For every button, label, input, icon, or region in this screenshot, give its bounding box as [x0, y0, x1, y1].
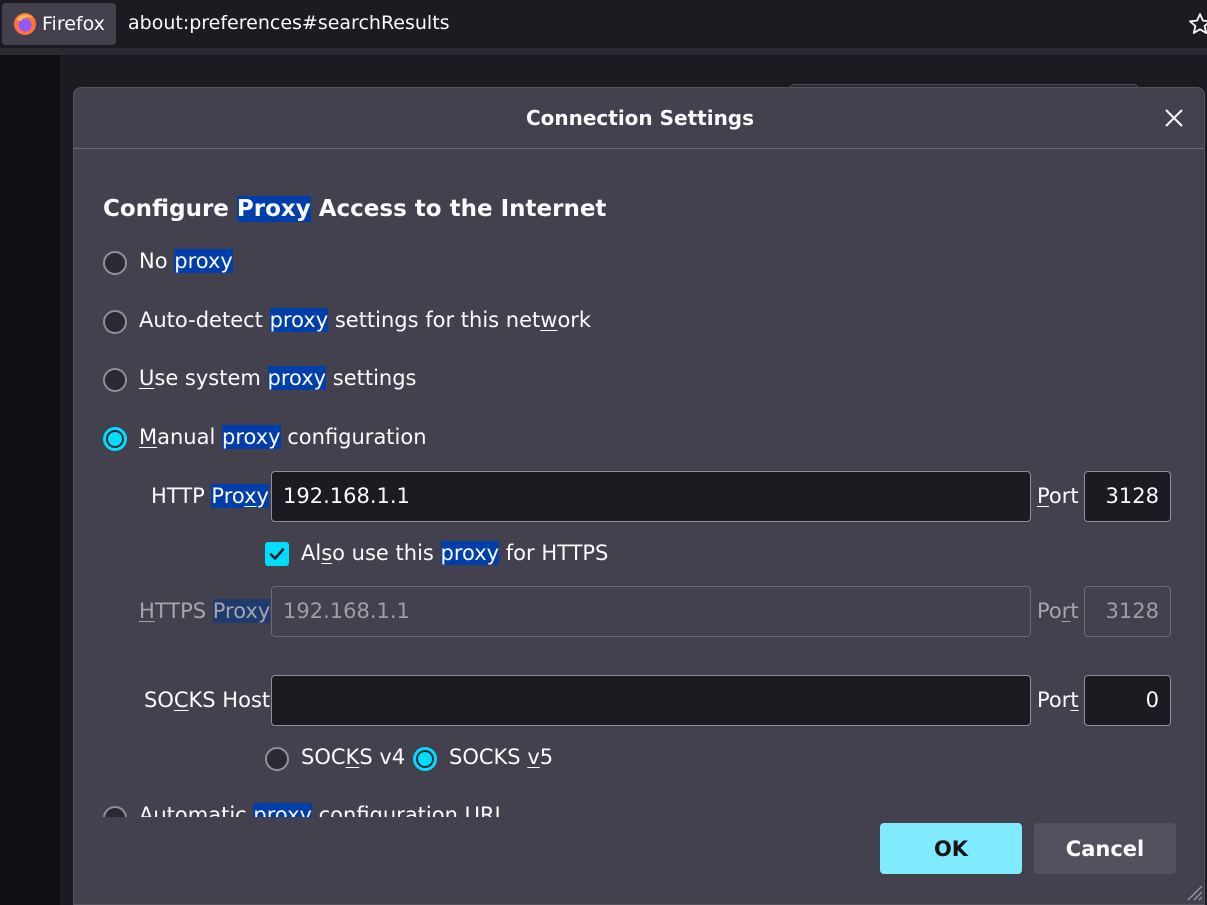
socks-host-input[interactable]: [271, 675, 1031, 726]
automatic-proxy-url-radio[interactable]: [103, 806, 127, 817]
http-proxy-input[interactable]: 192.168.1.1: [271, 471, 1031, 522]
dialog-content[interactable]: Configure Proxy Access to the Internet N…: [74, 150, 1204, 817]
https-port-input: 3128: [1084, 586, 1171, 637]
also-https-checkbox[interactable]: [265, 542, 289, 566]
socks-host-label: SOCKS Host: [144, 688, 271, 712]
browser-identity-button[interactable]: Firefox: [2, 3, 116, 45]
system-proxy-radio[interactable]: [103, 368, 127, 392]
https-port-label: Port: [1037, 599, 1079, 623]
toolbar-separator: [0, 48, 1207, 55]
connection-settings-dialog: Connection Settings Configure Proxy Acce…: [73, 87, 1205, 905]
socks-v4-radio[interactable]: [265, 747, 289, 771]
browser-toolbar: Firefox about:preferences#searchResults: [0, 0, 1207, 50]
socks-v5-radio[interactable]: [413, 747, 437, 771]
http-port-label: Port: [1037, 484, 1079, 508]
auto-detect-label[interactable]: Auto-detect proxy settings for this netw…: [139, 308, 591, 332]
no-proxy-label[interactable]: No proxy: [139, 249, 233, 273]
https-proxy-label: HTTPS Proxy: [139, 599, 271, 623]
manual-proxy-label[interactable]: Manual proxy configuration: [139, 425, 427, 449]
socks-v5-label[interactable]: SOCKS v5: [449, 745, 553, 769]
close-button[interactable]: [1158, 102, 1190, 134]
no-proxy-radio[interactable]: [103, 251, 127, 275]
socks-port-input[interactable]: 0: [1084, 675, 1171, 726]
socks-v4-label[interactable]: SOCKS v4: [301, 745, 405, 769]
also-https-label[interactable]: Also use this proxy for HTTPS: [301, 541, 608, 565]
dialog-title: Connection Settings: [74, 88, 1204, 149]
close-icon: [1165, 109, 1183, 127]
http-port-input[interactable]: 3128: [1084, 471, 1171, 522]
http-proxy-label: HTTP Proxy: [151, 484, 269, 508]
star-icon[interactable]: [1188, 12, 1207, 36]
firefox-logo-icon: [14, 13, 36, 35]
checkmark-icon: [269, 548, 285, 560]
ok-button[interactable]: OK: [880, 823, 1022, 874]
url-text[interactable]: about:preferences#searchResults: [128, 12, 450, 34]
https-proxy-input: 192.168.1.1: [271, 586, 1031, 637]
manual-proxy-radio[interactable]: [103, 427, 127, 451]
proxy-heading: Configure Proxy Access to the Internet: [103, 196, 607, 222]
system-proxy-label[interactable]: Use system proxy settings: [139, 366, 417, 390]
socks-port-label: Port: [1037, 688, 1079, 712]
cancel-button[interactable]: Cancel: [1034, 823, 1176, 874]
resize-grip-icon[interactable]: [1180, 878, 1204, 902]
automatic-proxy-url-label[interactable]: Automatic proxy configuration URL: [139, 803, 506, 817]
auto-detect-radio[interactable]: [103, 310, 127, 334]
browser-identity-label: Firefox: [42, 13, 105, 35]
